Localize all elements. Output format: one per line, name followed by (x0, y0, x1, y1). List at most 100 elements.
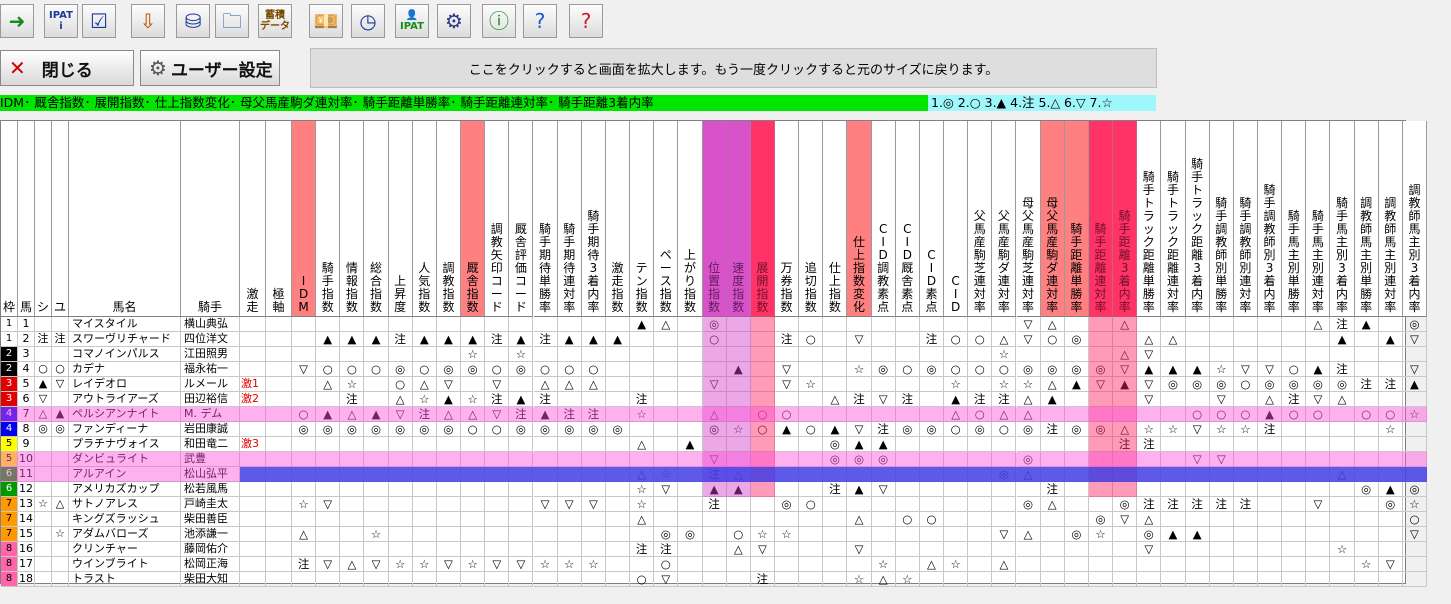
horse-name-cell[interactable]: ウインブライト (69, 557, 181, 572)
table-cell (266, 332, 292, 347)
horse-name-cell[interactable]: カデナ (69, 362, 181, 377)
col-header[interactable]: 速度指数 (726, 121, 751, 317)
help-red-icon[interactable]: ? (569, 4, 603, 38)
col-header[interactable]: 激走指数 (605, 121, 631, 317)
horse-name-cell[interactable]: スワーヴリチャード (69, 332, 181, 347)
col-header[interactable]: 情報指数 (340, 121, 365, 317)
col-header[interactable]: 騎手トラック距離単勝率 (1137, 121, 1162, 317)
col-header[interactable]: 馬名 (69, 121, 181, 317)
col-header[interactable]: 展開指数 (750, 121, 775, 317)
horse-name-cell[interactable]: レイデオロ (69, 377, 181, 392)
col-header[interactable]: 調教師馬主別3着内率 (1402, 121, 1428, 317)
horse-name-cell[interactable]: マイスタイル (69, 317, 181, 332)
col-header[interactable]: 騎手期待連対率 (557, 121, 582, 317)
col-header[interactable]: 厩舎評価コード (509, 121, 534, 317)
col-header[interactable]: 仕上指数変化 (847, 121, 872, 317)
col-header[interactable]: 馬 (18, 121, 35, 317)
table-cell (968, 527, 993, 542)
exit-icon[interactable]: ➜ (0, 4, 34, 38)
col-header[interactable]: 万券指数 (775, 121, 800, 317)
col-header[interactable]: 人気指数 (412, 121, 437, 317)
horse-name-cell[interactable]: サトノアレス (69, 497, 181, 512)
col-header[interactable]: 総合指数 (364, 121, 389, 317)
ipat-user-icon[interactable]: 👤 IPAT (395, 4, 429, 38)
ipat-info-icon[interactable]: IPAT i (44, 4, 78, 38)
help-icon[interactable]: ? (523, 4, 557, 38)
horse-name-cell[interactable]: コマノインパルス (69, 347, 181, 362)
col-header[interactable]: 騎手トラック距離連対率 (1161, 121, 1186, 317)
col-header[interactable]: 極軸 (266, 121, 292, 317)
horse-name-cell[interactable]: アメリカズカップ (69, 482, 181, 497)
col-header[interactable]: IDM (292, 121, 317, 317)
horse-name-cell[interactable]: キングズラッシュ (69, 512, 181, 527)
col-header[interactable]: 追切指数 (799, 121, 824, 317)
col-header[interactable]: 調教師馬主別単勝率 (1354, 121, 1379, 317)
col-header[interactable]: テン指数 (630, 121, 655, 317)
col-header[interactable]: 騎手調教師別単勝率 (1209, 121, 1234, 317)
horse-name-cell[interactable]: プラチナヴォイス (69, 437, 181, 452)
col-header[interactable]: 騎手馬主別単勝率 (1282, 121, 1307, 317)
download-icon[interactable]: ⇩ (131, 4, 165, 38)
zoom-banner[interactable]: ここをクリックすると画面を拡大します。もう一度クリックすると元のサイズに戻ります… (310, 48, 1157, 88)
horse-name-cell[interactable]: ペルシアンナイト (69, 407, 181, 422)
table-cell: ☆ (847, 362, 872, 377)
col-header[interactable]: 騎手期待3着内率 (581, 121, 606, 317)
col-header[interactable]: CID厩舎素点 (895, 121, 920, 317)
horse-name-cell[interactable]: ファンディーナ (69, 422, 181, 437)
col-header[interactable]: 母父馬産駒芝連対率 (1016, 121, 1041, 317)
col-header[interactable]: 騎手馬主別3着内率 (1330, 121, 1355, 317)
col-header[interactable]: 厩舎指数 (461, 121, 486, 317)
table-cell: ☆ (1137, 422, 1162, 437)
col-header[interactable]: 騎手距離連対率 (1088, 121, 1114, 317)
info-icon[interactable]: ⓘ (482, 4, 516, 38)
col-header[interactable]: 上昇度 (388, 121, 413, 317)
table-cell (1330, 407, 1355, 422)
col-header[interactable]: ペース指数 (654, 121, 679, 317)
col-header[interactable]: 母父馬産駒ダ連対率 (1040, 121, 1065, 317)
open-folder-icon[interactable]: 🗀 (215, 4, 249, 38)
money-icon[interactable]: 💴 (309, 4, 343, 38)
col-header[interactable]: 騎手 (181, 121, 240, 317)
horse-name-cell[interactable]: アダムバローズ (69, 527, 181, 542)
horse-name-cell[interactable]: トラスト (69, 572, 181, 587)
col-header[interactable]: 枠 (1, 121, 18, 317)
col-header[interactable]: 騎手調教師別3着内率 (1258, 121, 1283, 317)
accumulated-data-icon[interactable]: 蓄積 データ (258, 4, 292, 38)
col-header[interactable]: 調教指数 (436, 121, 462, 317)
col-header[interactable]: 仕上指数 (823, 121, 848, 317)
horse-name-cell[interactable]: クリンチャー (69, 542, 181, 557)
clock-icon[interactable]: ◷ (351, 4, 385, 38)
col-header[interactable]: 激走 (240, 121, 266, 317)
close-button[interactable]: ✕ 閉じる (0, 50, 134, 86)
col-header[interactable]: CID素点 (919, 121, 945, 317)
horse-name-cell[interactable]: アウトライアーズ (69, 392, 181, 407)
horse-name-cell[interactable]: ダンビュライト (69, 452, 181, 467)
col-header[interactable]: 調教矢印コード (485, 121, 510, 317)
table-cell (605, 437, 631, 452)
col-header[interactable]: 父馬産駒芝連対率 (968, 121, 993, 317)
table-cell (364, 467, 389, 482)
table-cell (388, 467, 413, 482)
col-header[interactable]: CID (944, 121, 969, 317)
database-download-icon[interactable]: ⛁ (176, 4, 210, 38)
col-header[interactable]: ユ (52, 121, 69, 317)
table-cell: ☆ (1016, 377, 1041, 392)
gear-icon[interactable]: ⚙ (437, 4, 471, 38)
col-header[interactable]: 位置指数 (702, 121, 727, 317)
col-header[interactable]: 父馬産駒ダ連対率 (992, 121, 1017, 317)
col-header[interactable]: 騎手調教師別連対率 (1233, 121, 1258, 317)
col-header[interactable]: 騎手馬主別連対率 (1306, 121, 1331, 317)
col-header[interactable]: 上がり指数 (678, 121, 703, 317)
table-cell (895, 497, 920, 512)
checklist-icon[interactable]: ☑ (82, 4, 116, 38)
col-header[interactable]: 騎手距離3着内率 (1113, 121, 1138, 317)
col-header[interactable]: シ (35, 121, 52, 317)
col-header[interactable]: 騎手距離単勝率 (1064, 121, 1089, 317)
user-settings-button[interactable]: ⚙ ユーザー設定 (140, 50, 280, 86)
horse-name-cell[interactable]: アルアイン (69, 467, 181, 482)
col-header[interactable]: 騎手指数 (316, 121, 341, 317)
col-header[interactable]: 調教師馬主別連対率 (1378, 121, 1403, 317)
col-header[interactable]: 騎手期待単勝率 (533, 121, 558, 317)
col-header[interactable]: 騎手トラック距離3着内率 (1185, 121, 1210, 317)
col-header[interactable]: CID調教素点 (871, 121, 896, 317)
